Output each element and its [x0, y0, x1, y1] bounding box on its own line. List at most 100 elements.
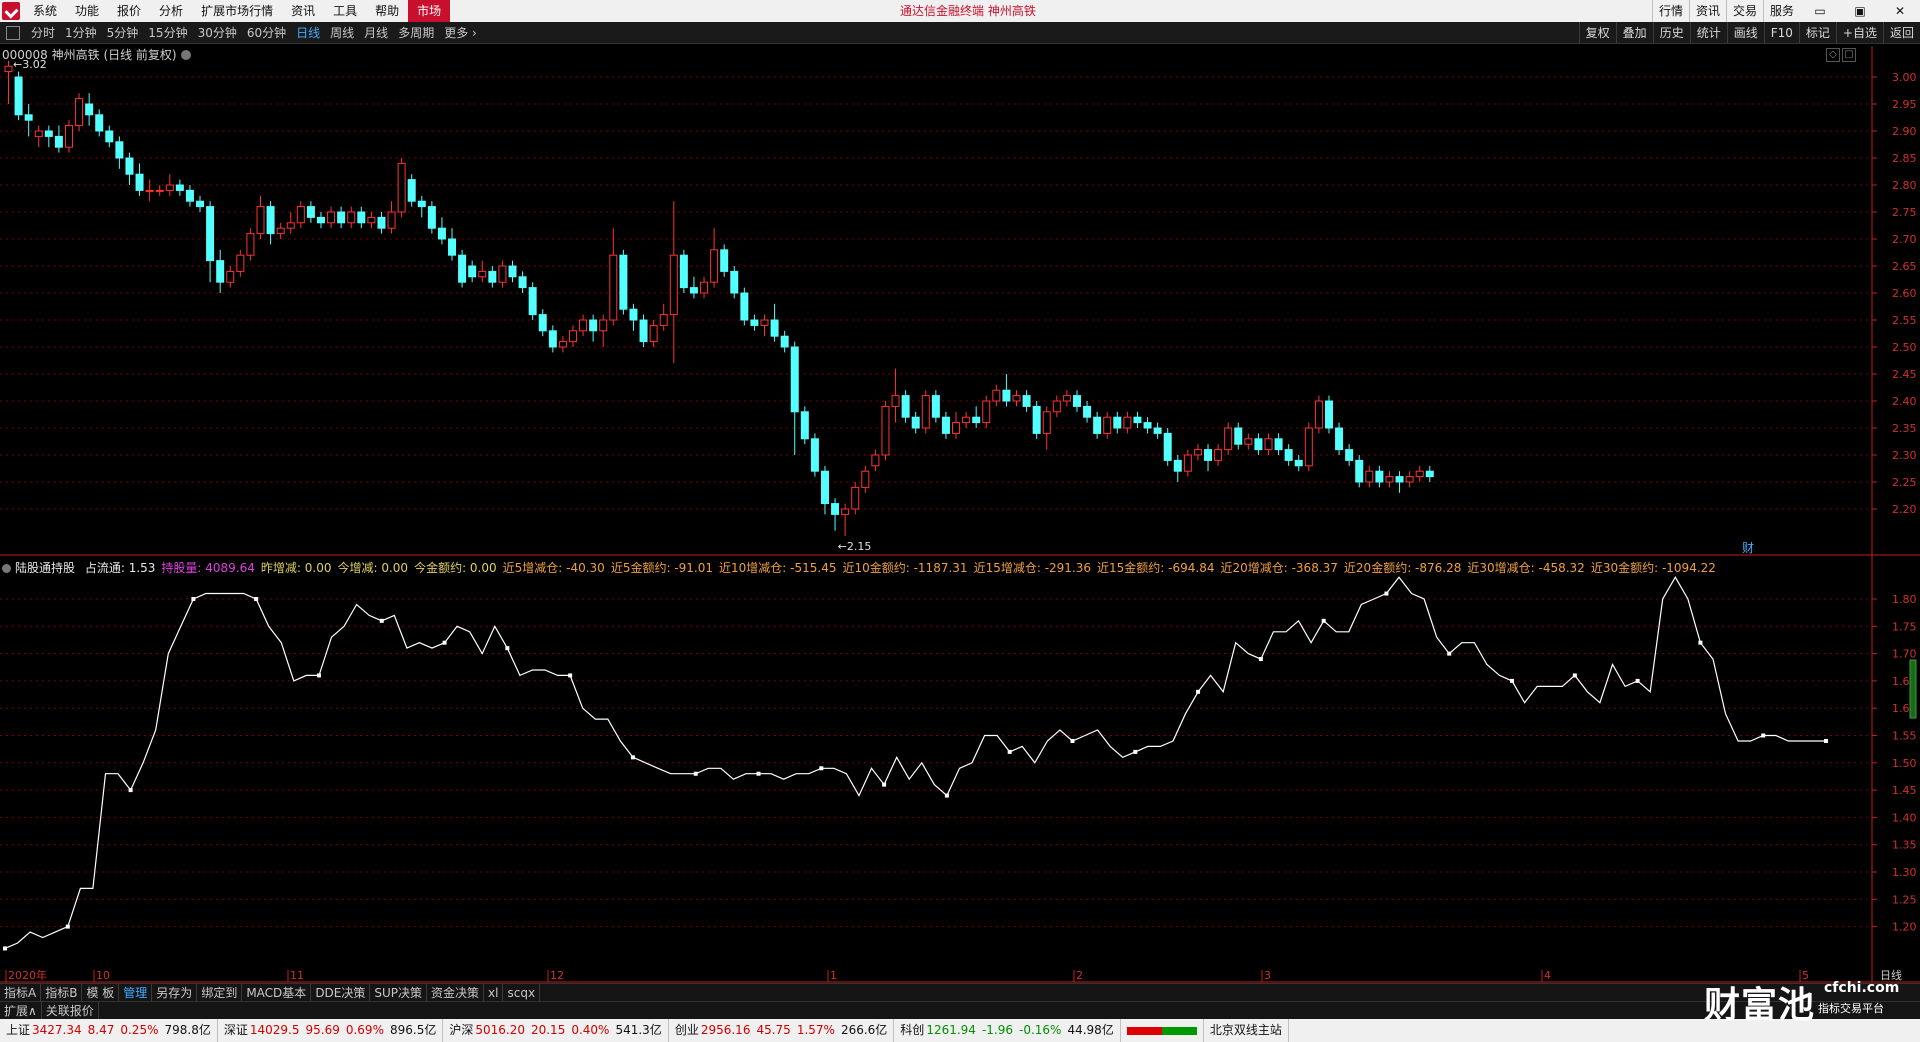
index-quote-4[interactable]: 科创 1261.94 -1.96 -0.16% 44.98亿	[894, 1019, 1121, 1042]
history-button[interactable]: 历史	[1652, 22, 1690, 44]
close-icon[interactable]: ✕	[1880, 0, 1920, 22]
period-monthly[interactable]: 月线	[359, 22, 393, 44]
stats-button[interactable]: 统计	[1689, 22, 1727, 44]
candle-body-up	[1103, 416, 1112, 434]
price-tick-label: 2.65	[1892, 260, 1917, 273]
date-tick-label: 4	[1544, 969, 1551, 982]
indicator-field-0: 占流通: 1.53	[84, 561, 156, 575]
server-status[interactable]: 北京双线主站	[1204, 1019, 1289, 1042]
menu-item-analysis[interactable]: 分析	[150, 0, 192, 22]
period-5min[interactable]: 5分钟	[102, 22, 144, 44]
minimize-icon[interactable]: ▭	[1800, 0, 1840, 22]
tab-indicator-9[interactable]: 资金决策	[427, 983, 485, 1002]
candle	[185, 185, 194, 207]
tab-indicator-5[interactable]: 绑定到	[197, 983, 243, 1002]
tab-indicator-2[interactable]: 模 板	[82, 983, 120, 1002]
tab-related-quotes[interactable]: 关联报价	[42, 1001, 99, 1020]
draw-button[interactable]: 画线	[1726, 22, 1764, 44]
candle-body-down	[14, 76, 23, 116]
adjust-button[interactable]: 复权	[1578, 22, 1616, 44]
menu-item-news[interactable]: 资讯	[282, 0, 324, 22]
menu-item-quote[interactable]: 报价	[108, 0, 150, 22]
price-tick-label: 2.20	[1892, 503, 1917, 516]
period-30min[interactable]: 30分钟	[193, 22, 242, 44]
back-button[interactable]: 返回	[1882, 22, 1920, 44]
candle-body-down	[1133, 416, 1142, 424]
candle	[337, 206, 346, 229]
period-weekly[interactable]: 周线	[325, 22, 359, 44]
add-watchlist-button[interactable]: +自选	[1835, 22, 1883, 44]
period-intraday[interactable]: 分时	[26, 22, 60, 44]
candle-body-down	[1375, 470, 1384, 483]
candle-body-down	[306, 206, 315, 218]
indicator-menu-icon[interactable]	[2, 564, 11, 573]
indicator-field-8: 近10金额约: -1187.31	[842, 561, 968, 575]
tab-extension[interactable]: 扩展∧	[0, 1001, 42, 1020]
candle	[740, 287, 749, 326]
tab-indicator-8[interactable]: SUP决策	[370, 983, 428, 1002]
candle	[196, 195, 205, 212]
indicator-tick-label: 1.25	[1892, 893, 1917, 906]
period-multi[interactable]: 多周期	[393, 22, 439, 44]
candle	[458, 249, 467, 288]
indicator-series	[3, 576, 1828, 951]
menu-item-market[interactable]: 市场	[408, 0, 451, 22]
date-tick-label: 1	[830, 969, 837, 982]
candle	[669, 201, 678, 364]
menu-item-function[interactable]: 功能	[66, 0, 108, 22]
date-tick-label: 11	[290, 969, 304, 982]
index-volume: 541.3亿	[615, 1023, 662, 1037]
chart-area[interactable]: 3.00 2.95 2.90 2.85 2.80 2.75 2.70 2.65 2.60 2.55…	[0, 44, 1920, 984]
candle	[1083, 401, 1092, 423]
candle	[85, 93, 94, 126]
candle-body-down	[1274, 438, 1283, 451]
index-quote-3[interactable]: 创业 2956.16 45.75 1.57% 266.6亿	[669, 1019, 895, 1042]
candle-body-down	[115, 141, 124, 159]
tab-indicator-7[interactable]: DDE决策	[311, 983, 371, 1002]
candle	[1002, 374, 1011, 407]
tab-indicator-3[interactable]: 管理	[119, 983, 153, 1002]
status-bar: 上证 3427.34 8.47 0.25% 798.8亿 深证 14029.5 95.69 0.…	[0, 1019, 1920, 1042]
menu-item-help[interactable]: 帮助	[366, 0, 408, 22]
candle-body-up	[1264, 438, 1273, 451]
candle-body-up	[286, 222, 295, 229]
period-daily[interactable]: 日线	[291, 22, 325, 44]
index-volume: 266.6亿	[840, 1023, 888, 1037]
index-quote-0[interactable]: 上证 3427.34 8.47 0.25% 798.8亿	[0, 1019, 218, 1042]
menu-item-ext-market[interactable]: 扩展市场行情	[192, 0, 282, 22]
period-1min[interactable]: 1分钟	[60, 22, 102, 44]
period-60min[interactable]: 60分钟	[242, 22, 291, 44]
menu-item-system[interactable]: 系统	[24, 0, 66, 22]
index-quote-2[interactable]: 沪深 5016.20 20.15 0.40% 541.3亿	[443, 1019, 669, 1042]
index-percent: -0.16%	[1019, 1023, 1062, 1037]
overlay-button[interactable]: 叠加	[1615, 22, 1653, 44]
holding-point	[316, 673, 321, 678]
candle	[1365, 465, 1374, 488]
tab-indicator-6[interactable]: MACD基本	[242, 983, 312, 1002]
menu-item-tools[interactable]: 工具	[324, 0, 366, 22]
tab-indicator-1[interactable]: 指标B	[41, 983, 83, 1002]
f10-button[interactable]: F10	[1763, 22, 1799, 44]
trade-button[interactable]: 交易	[1725, 0, 1763, 22]
tab-indicator-4[interactable]: 另存为	[152, 983, 198, 1002]
indicator-tick-label: 1.55	[1892, 730, 1917, 743]
tab-indicator-0[interactable]: 指标A	[0, 983, 42, 1002]
mark-button[interactable]: 标记	[1798, 22, 1836, 44]
period-15min[interactable]: 15分钟	[143, 22, 192, 44]
maximize-icon[interactable]: ▣	[1840, 0, 1880, 22]
indicator-tick-label: 1.45	[1892, 784, 1917, 797]
panel-toggle-icon[interactable]	[6, 25, 20, 40]
index-percent: 0.69%	[345, 1023, 384, 1037]
index-quote-1[interactable]: 深证 14029.5 95.69 0.69% 896.5亿	[218, 1019, 444, 1042]
tab-indicator-11[interactable]: scqx	[503, 983, 541, 1002]
quote-button[interactable]: 行情	[1651, 0, 1689, 22]
candle-body-up	[861, 470, 870, 488]
news-button[interactable]: 资讯	[1688, 0, 1726, 22]
candle-body-down	[790, 346, 799, 413]
candle-body-up	[1012, 395, 1021, 402]
period-more[interactable]: 更多 ›	[439, 22, 482, 44]
candle-body-down	[24, 114, 33, 121]
service-button[interactable]: 服务	[1762, 0, 1800, 22]
tab-indicator-10[interactable]: xl	[484, 983, 504, 1002]
holding-point	[1761, 733, 1766, 738]
